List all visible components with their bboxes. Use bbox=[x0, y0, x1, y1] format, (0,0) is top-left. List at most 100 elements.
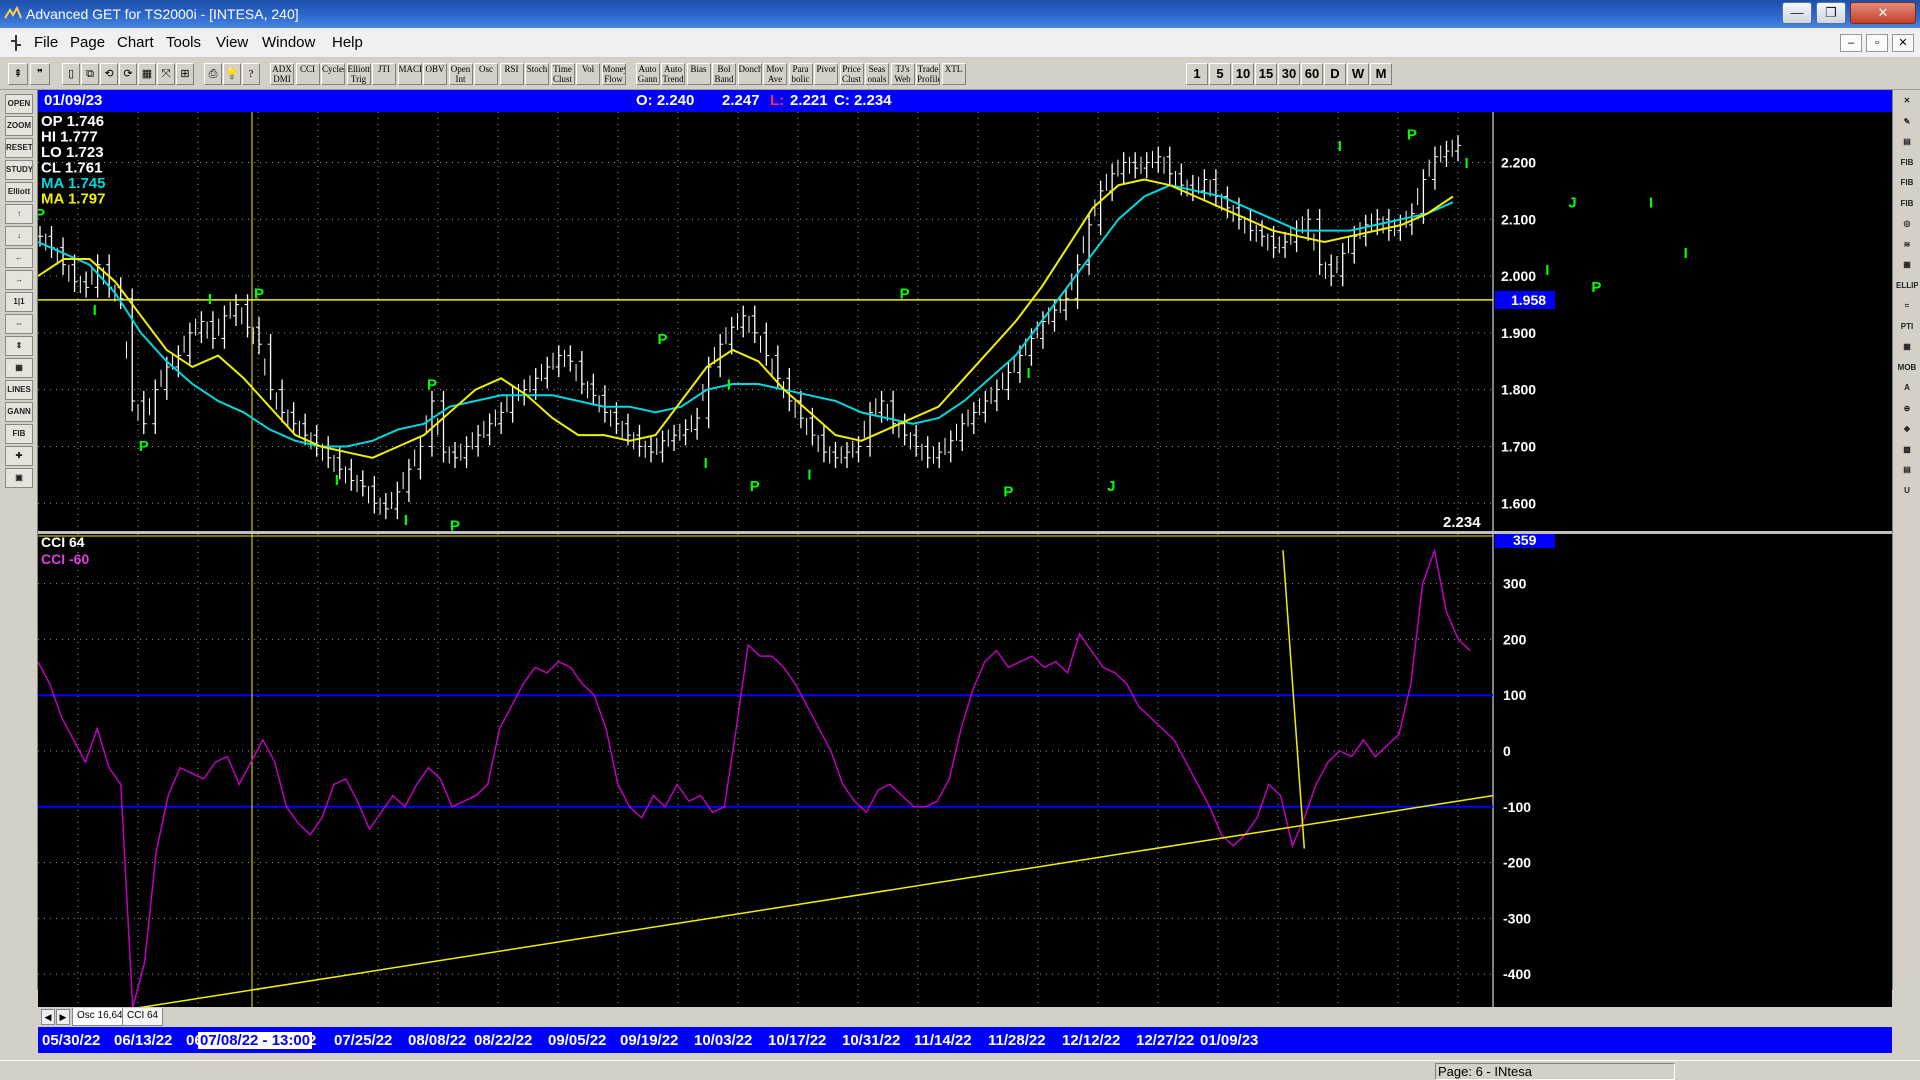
study-button[interactable]: MACD bbox=[397, 63, 422, 85]
right-tool-button[interactable]: ▦ bbox=[1896, 256, 1918, 276]
price-chart[interactable]: 2.200 2.100 2.000 1.900 1.800 1.700 1.600 1.958… bbox=[38, 112, 1892, 531]
menu-window[interactable]: Window bbox=[262, 34, 315, 51]
study-button[interactable]: Bias bbox=[686, 63, 711, 85]
study-button[interactable]: ADX DMI bbox=[270, 63, 294, 85]
context-help-icon[interactable]: ? bbox=[242, 63, 260, 85]
left-tool-button[interactable]: LINES bbox=[5, 380, 33, 400]
expand-icon[interactable]: ⤧ bbox=[157, 63, 175, 85]
right-tool-button[interactable]: ▤ bbox=[1896, 133, 1918, 153]
mdi-restore-button[interactable]: ▫ bbox=[1866, 34, 1888, 52]
tab-osc[interactable]: Osc 16,64 bbox=[72, 1008, 128, 1026]
right-tool-button[interactable]: ≋ bbox=[1896, 236, 1918, 256]
menu-chart[interactable]: Chart bbox=[117, 34, 154, 51]
interval-button[interactable]: D bbox=[1324, 63, 1346, 85]
tab-prev-icon[interactable]: ◀ bbox=[41, 1009, 55, 1025]
right-tool-button[interactable]: A bbox=[1896, 379, 1918, 399]
grid-icon[interactable]: ⊞ bbox=[176, 63, 194, 85]
study-button[interactable]: Auto Trend bbox=[661, 63, 685, 85]
left-tool-button[interactable]: ✚ bbox=[5, 446, 33, 466]
study-button[interactable]: Donch bbox=[737, 63, 762, 85]
tab-next-icon[interactable]: ▶ bbox=[56, 1009, 70, 1025]
left-tool-button[interactable]: FIB bbox=[5, 424, 33, 444]
menu-file[interactable]: File bbox=[34, 34, 58, 51]
layout-icon[interactable]: ▦ bbox=[138, 63, 156, 85]
study-button[interactable]: Trade Profile bbox=[916, 63, 940, 85]
right-tool-button[interactable]: FIB TIME bbox=[1896, 195, 1918, 215]
right-tool-button[interactable]: ▩ bbox=[1896, 441, 1918, 461]
mdi-minimize-button[interactable]: – bbox=[1840, 34, 1862, 52]
help-bulb-icon[interactable]: 💡 bbox=[223, 63, 241, 85]
left-tool-button[interactable]: Elliott bbox=[5, 182, 33, 202]
right-tool-button[interactable]: ELLIPS bbox=[1896, 277, 1918, 297]
maximize-button[interactable]: ❐ bbox=[1816, 2, 1846, 24]
study-button[interactable]: Seas onals bbox=[865, 63, 889, 85]
cci-trendline-long[interactable] bbox=[133, 794, 1494, 1007]
study-button[interactable]: Auto Gann bbox=[635, 63, 660, 85]
right-tool-button[interactable]: FIB RET bbox=[1896, 154, 1918, 174]
interval-button[interactable]: 15 bbox=[1255, 63, 1277, 85]
right-tool-button[interactable]: ✎ bbox=[1896, 113, 1918, 133]
study-button[interactable]: Para bolic bbox=[788, 63, 813, 85]
right-tool-button[interactable]: ⊕ bbox=[1896, 400, 1918, 420]
study-button[interactable]: Price Clust bbox=[839, 63, 864, 85]
study-button[interactable]: XTL bbox=[941, 63, 966, 85]
left-tool-button[interactable]: ⇕ bbox=[5, 336, 33, 356]
tab-cci[interactable]: CCI 64 bbox=[122, 1008, 164, 1026]
print-icon[interactable]: ⎙ bbox=[204, 63, 222, 85]
left-tool-button[interactable]: → bbox=[5, 270, 33, 290]
study-button[interactable]: Elliott Trig bbox=[346, 63, 371, 85]
quote-tool-icon[interactable]: ❞ bbox=[30, 63, 50, 85]
study-button[interactable]: Osc bbox=[474, 63, 498, 85]
study-button[interactable]: RSI bbox=[499, 63, 524, 85]
right-tool-button[interactable]: ◎ bbox=[1896, 215, 1918, 235]
cci-trendline-short[interactable] bbox=[1282, 550, 1306, 849]
left-tool-button[interactable]: RESET bbox=[5, 138, 33, 158]
right-tool-button[interactable]: PTI bbox=[1896, 318, 1918, 338]
study-button[interactable]: Open Int bbox=[448, 63, 473, 85]
right-tool-button[interactable]: ≈ bbox=[1896, 297, 1918, 317]
study-button[interactable]: Cycles bbox=[321, 63, 345, 85]
menu-help[interactable]: Help bbox=[332, 34, 363, 51]
forward-icon[interactable]: ⟳ bbox=[119, 63, 137, 85]
interval-button[interactable]: 1 bbox=[1186, 63, 1208, 85]
study-button[interactable]: Bol Band bbox=[712, 63, 736, 85]
left-tool-button[interactable]: ← bbox=[5, 248, 33, 268]
left-tool-button[interactable]: STUDY bbox=[5, 160, 33, 180]
menu-tools[interactable]: Tools bbox=[166, 34, 201, 51]
study-button[interactable]: TJ's Web bbox=[890, 63, 915, 85]
left-tool-button[interactable]: ▣ bbox=[5, 468, 33, 488]
interval-button[interactable]: 10 bbox=[1232, 63, 1254, 85]
left-tool-button[interactable]: ZOOM bbox=[5, 116, 33, 136]
right-tool-button[interactable]: ◈ bbox=[1896, 420, 1918, 440]
study-button[interactable]: Mov Ave bbox=[763, 63, 787, 85]
study-button[interactable]: Pivot bbox=[814, 63, 838, 85]
menu-page[interactable]: Page bbox=[70, 34, 105, 51]
pointer-tool-icon[interactable]: ⇞ bbox=[8, 63, 28, 85]
study-button[interactable]: Money Flow bbox=[601, 63, 626, 85]
study-button[interactable]: Stoch bbox=[525, 63, 549, 85]
mdi-close-button[interactable]: ✕ bbox=[1892, 34, 1914, 52]
right-tool-button[interactable]: ▦ bbox=[1896, 338, 1918, 358]
right-tool-button[interactable]: MOB bbox=[1896, 359, 1918, 379]
chart-window[interactable]: 01/09/23 O: 2.240 2.247 L: 2.221 C: 2.23… bbox=[38, 90, 1892, 1053]
left-tool-button[interactable]: ▦ bbox=[5, 358, 33, 378]
study-button[interactable]: Vol bbox=[576, 63, 600, 85]
study-button[interactable]: CCI bbox=[295, 63, 320, 85]
right-tool-button[interactable]: ✕ bbox=[1896, 92, 1918, 112]
app-menu-icon[interactable] bbox=[8, 33, 24, 53]
close-button[interactable]: ✕ bbox=[1850, 2, 1916, 24]
copy-icon[interactable]: ⧉ bbox=[81, 63, 99, 85]
interval-button[interactable]: M bbox=[1370, 63, 1392, 85]
right-tool-button[interactable]: FIB EXT bbox=[1896, 174, 1918, 194]
study-button[interactable]: OBV bbox=[423, 63, 447, 85]
interval-button[interactable]: 30 bbox=[1278, 63, 1300, 85]
study-button[interactable]: JTI bbox=[372, 63, 396, 85]
minimize-button[interactable]: — bbox=[1782, 2, 1812, 24]
cci-chart[interactable]: 300 200 100 0 -100 -200 -300 -400 359 CCI 64CCI -… bbox=[38, 534, 1892, 1007]
left-tool-button[interactable]: OPEN bbox=[5, 94, 33, 114]
interval-button[interactable]: 60 bbox=[1301, 63, 1323, 85]
right-tool-button[interactable]: ▤ bbox=[1896, 461, 1918, 481]
new-page-icon[interactable]: ▯ bbox=[62, 63, 80, 85]
menu-view[interactable]: View bbox=[216, 34, 248, 51]
study-button[interactable]: Time Clust bbox=[550, 63, 575, 85]
